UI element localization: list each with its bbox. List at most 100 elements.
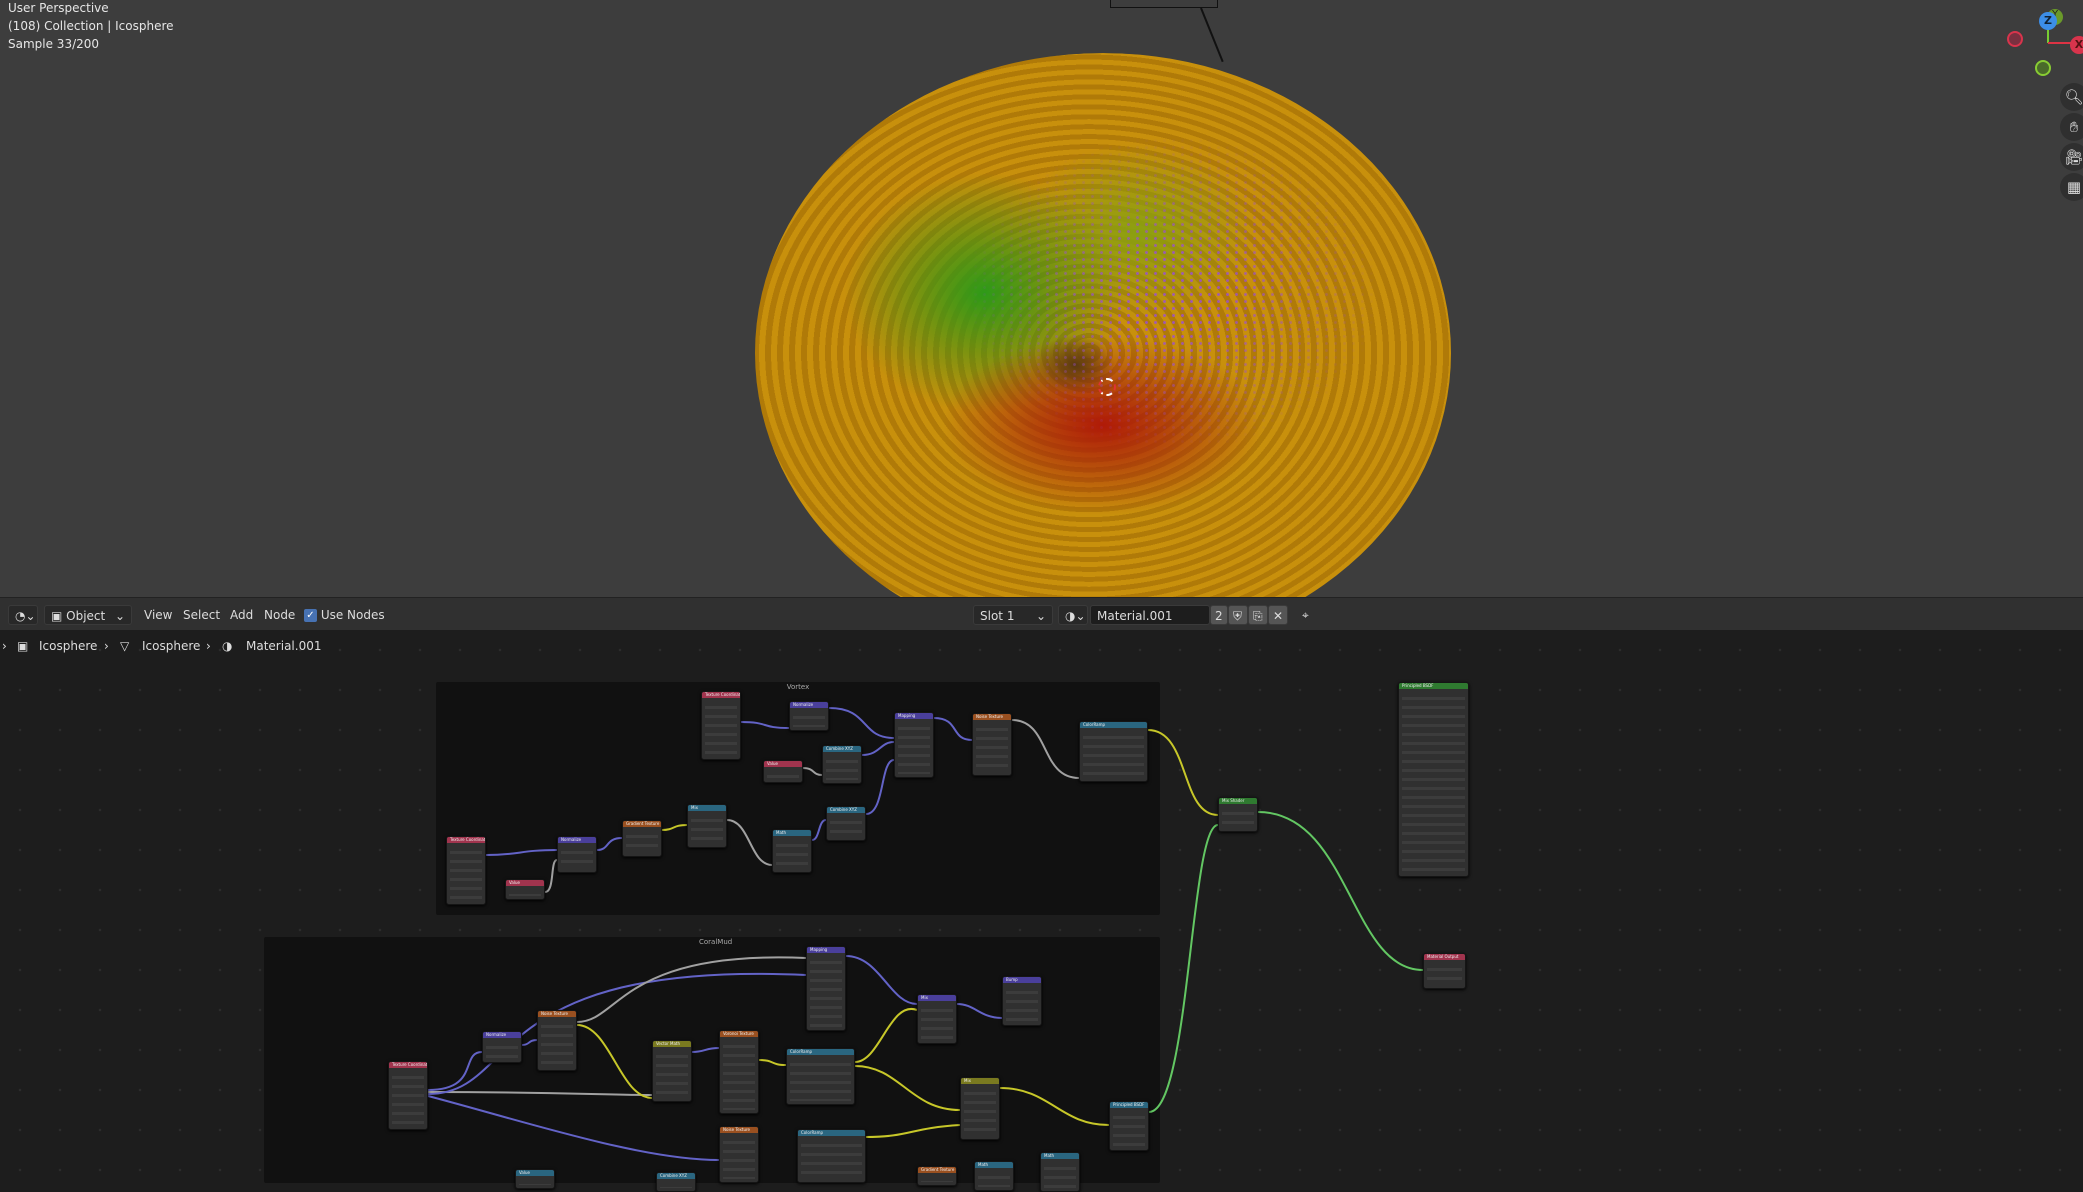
- editor-type-button[interactable]: ◔⌄: [8, 605, 38, 625]
- node-sockets: [1113, 1112, 1145, 1147]
- zoom-icon[interactable]: 🔍︎: [2060, 83, 2083, 111]
- unlink-material-icon[interactable]: ✕: [1268, 605, 1288, 625]
- node-combine-xyz[interactable]: Combine XYZ: [826, 806, 866, 841]
- node-colorramp[interactable]: ColorRamp: [1079, 721, 1148, 782]
- node-title: Math: [1041, 1153, 1079, 1159]
- gizmo-x-axis[interactable]: X: [2070, 36, 2083, 54]
- node-mix[interactable]: Mix: [917, 994, 957, 1044]
- node-math[interactable]: Math: [1040, 1152, 1080, 1192]
- node-title: ColorRamp: [787, 1049, 854, 1055]
- node-title: Noise Texture: [973, 714, 1011, 720]
- node-title: Texture Coordinate: [447, 837, 485, 843]
- 3d-viewport[interactable]: User Perspective (108) Collection | Icos…: [0, 0, 2083, 597]
- node-title: Principled BSDF: [1110, 1102, 1148, 1108]
- node-title: Combine XYZ: [823, 746, 861, 752]
- hand-pan-icon[interactable]: ✋︎: [2060, 113, 2083, 141]
- object-mode-dropdown[interactable]: ▣ Object ⌄: [44, 605, 132, 625]
- node-sockets: [541, 1021, 573, 1067]
- node-sockets: [978, 1172, 1010, 1187]
- use-nodes-checkbox[interactable]: ✓ Use Nodes: [304, 605, 385, 625]
- node-title: Gradient Texture: [623, 821, 661, 827]
- node-title: Normalize: [790, 702, 828, 708]
- node-title: Value: [516, 1170, 554, 1176]
- node-gradient-texture[interactable]: Gradient Texture: [917, 1166, 957, 1186]
- node-texture-coordinate[interactable]: Texture Coordinate: [388, 1061, 428, 1130]
- pin-icon[interactable]: ⌖: [1302, 605, 1309, 625]
- node-title: Normalize: [483, 1032, 521, 1038]
- node-normalize[interactable]: Normalize: [482, 1031, 522, 1063]
- node-gradient-texture[interactable]: Gradient Texture: [622, 820, 662, 857]
- menu-view[interactable]: View: [144, 605, 172, 625]
- node-value[interactable]: Value: [515, 1169, 555, 1189]
- material-name-field[interactable]: Material.001: [1090, 605, 1210, 625]
- node-title: ColorRamp: [798, 1130, 865, 1136]
- material-users-count[interactable]: 2: [1210, 605, 1228, 625]
- node-title: Value: [764, 761, 802, 767]
- node-colorramp[interactable]: ColorRamp: [786, 1048, 855, 1105]
- node-value[interactable]: Value: [505, 879, 545, 900]
- node-sockets: [392, 1072, 424, 1126]
- node-vector-math[interactable]: Vector Math: [652, 1040, 692, 1102]
- slot-dropdown[interactable]: Slot 1 ⌄: [973, 605, 1053, 625]
- node-material-output[interactable]: Material Output: [1423, 953, 1466, 989]
- node-mix[interactable]: Mix: [687, 804, 727, 848]
- node-title: Mix: [918, 995, 956, 1001]
- node-title: Mix: [688, 805, 726, 811]
- node-sockets: [1083, 732, 1144, 778]
- node-title: Mapping: [895, 713, 933, 719]
- node-combine-xyz[interactable]: Combine XYZ: [822, 745, 862, 784]
- node-title: Combine XYZ: [827, 807, 865, 813]
- node-title: Math: [975, 1162, 1013, 1168]
- duplicate-material-icon[interactable]: ⎘: [1248, 605, 1268, 625]
- frame-coralmud[interactable]: CoralMud: [264, 937, 1160, 1183]
- node-normalize[interactable]: Normalize: [789, 701, 829, 731]
- menu-node[interactable]: Node: [264, 605, 295, 625]
- view-mode-label: User Perspective: [8, 1, 109, 15]
- menu-add[interactable]: Add: [230, 605, 253, 625]
- breadcrumb-material: Material.001: [246, 639, 322, 653]
- node-noise-texture[interactable]: Noise Texture: [537, 1010, 577, 1071]
- material-browse-button[interactable]: ◑⌄: [1058, 605, 1088, 625]
- icosphere-object[interactable]: [755, 53, 1451, 597]
- fake-user-shield-icon[interactable]: ⛨: [1228, 605, 1248, 625]
- node-title: Mix: [961, 1078, 999, 1084]
- node-sockets: [486, 1042, 518, 1059]
- node-sockets: [767, 771, 799, 779]
- node-bump[interactable]: Bump: [1002, 976, 1042, 1026]
- node-sockets: [1006, 987, 1038, 1022]
- node-title: Gradient Texture: [918, 1167, 956, 1173]
- node-voronoi-texture[interactable]: Voronoi Texture: [719, 1030, 759, 1114]
- collection-label: (108) Collection | Icosphere: [8, 19, 174, 33]
- node-mapping[interactable]: Mapping: [894, 712, 934, 778]
- breadcrumb-mesh: Icosphere: [142, 639, 201, 653]
- node-math[interactable]: Math: [772, 829, 812, 873]
- grid-ortho-icon[interactable]: ▦: [2060, 173, 2083, 201]
- node-noise-texture[interactable]: Noise Texture: [719, 1126, 759, 1183]
- node-sockets: [790, 1059, 851, 1101]
- node-value[interactable]: Value: [763, 760, 803, 783]
- gizmo-neg-y[interactable]: [2035, 60, 2051, 76]
- gizmo-neg-x[interactable]: [2007, 31, 2023, 47]
- node-principled-bsdf[interactable]: Principled BSDF: [1109, 1101, 1149, 1151]
- node-sockets: [830, 817, 862, 837]
- node-colorramp[interactable]: ColorRamp: [797, 1129, 866, 1183]
- node-mix-shader[interactable]: Mix Shader: [1218, 797, 1258, 832]
- object-icon: ▣: [51, 609, 67, 623]
- node-principled-bsdf[interactable]: Principled BSDF: [1398, 682, 1469, 877]
- node-combine-xyz[interactable]: Combine XYZ: [656, 1172, 696, 1192]
- node-noise-texture[interactable]: Noise Texture: [972, 713, 1012, 776]
- node-normalize[interactable]: Normalize: [557, 836, 597, 873]
- node-sockets: [561, 847, 593, 869]
- node-math[interactable]: Math: [974, 1161, 1014, 1191]
- node-sockets: [723, 1041, 755, 1110]
- gizmo-z-axis[interactable]: Z: [2039, 12, 2057, 30]
- node-sockets: [723, 1137, 755, 1179]
- node-mapping[interactable]: Mapping: [806, 946, 846, 1031]
- node-texture-coordinate[interactable]: Texture Coordinate: [446, 836, 486, 905]
- camera-icon[interactable]: 🎥︎: [2060, 143, 2083, 171]
- node-mix[interactable]: Mix: [960, 1077, 1000, 1140]
- node-sockets: [1044, 1163, 1076, 1188]
- node-texture-coordinate[interactable]: Texture Coordinate: [701, 691, 741, 760]
- node-title: Math: [773, 830, 811, 836]
- menu-select[interactable]: Select: [183, 605, 220, 625]
